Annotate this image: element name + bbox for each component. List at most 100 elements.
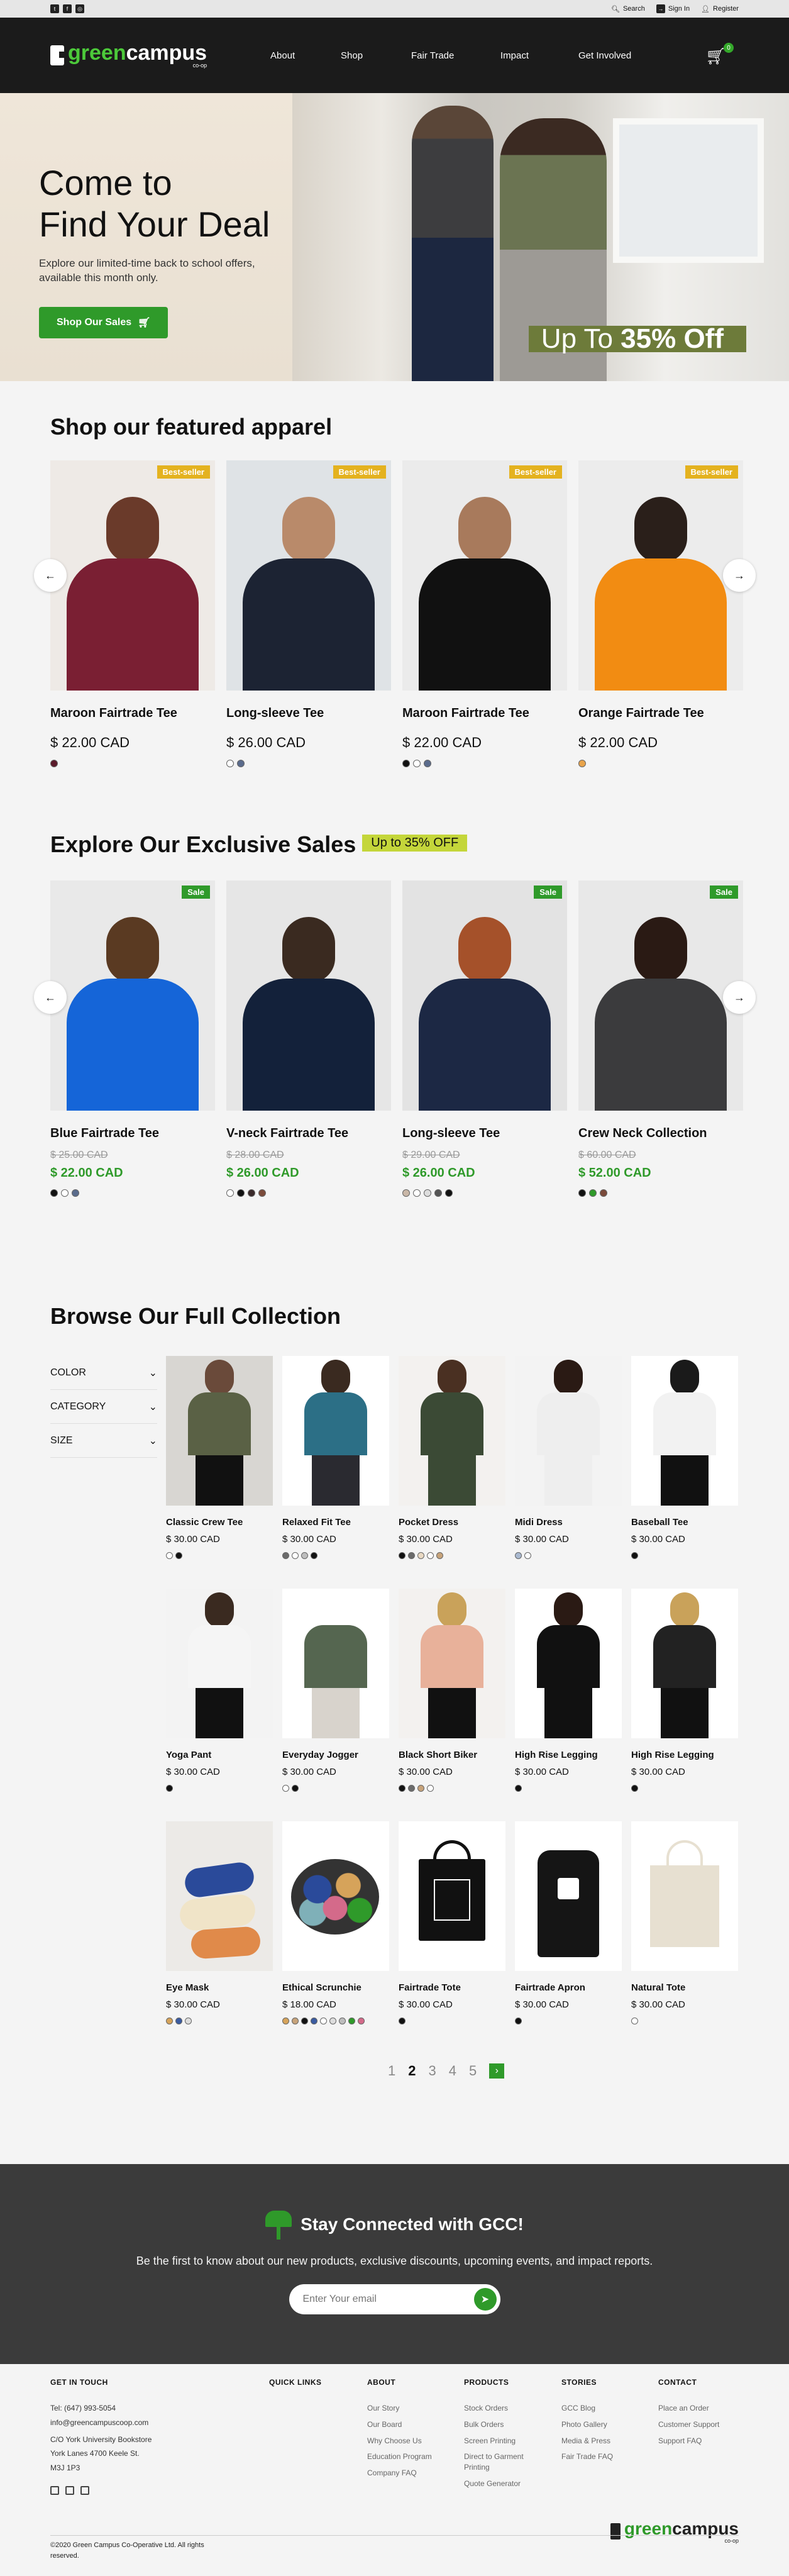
product-card[interactable]: High Rise Legging $ 30.00 CAD <box>631 1589 738 1821</box>
color-swatch[interactable] <box>50 1189 58 1197</box>
footer-link[interactable]: Screen Printing <box>464 2436 533 2446</box>
product-card[interactable]: Fairtrade Tote $ 30.00 CAD <box>399 1821 505 2054</box>
color-swatch[interactable] <box>166 1785 173 1792</box>
footer-link[interactable]: Education Program <box>367 2451 432 2462</box>
color-swatch[interactable] <box>427 1785 434 1792</box>
color-swatch[interactable] <box>301 1552 308 1559</box>
product-card[interactable]: Best-seller Maroon Fairtrade Tee $ 22.00… <box>402 460 567 767</box>
color-swatch[interactable] <box>600 1189 607 1197</box>
color-swatch[interactable] <box>292 1552 299 1559</box>
footer-link[interactable]: Photo Gallery <box>561 2419 613 2430</box>
shop-sales-button[interactable]: Shop Our Sales 🛒︎ <box>39 307 168 339</box>
footer-link[interactable]: Why Choose Us <box>367 2436 432 2446</box>
color-swatch[interactable] <box>631 2018 638 2024</box>
nav-get-involved[interactable]: Get Involved <box>578 50 631 61</box>
footer-email[interactable]: info@greencampuscoop.com <box>50 2418 152 2428</box>
product-card[interactable]: Best-seller Maroon Fairtrade Tee $ 22.00… <box>50 460 215 767</box>
color-swatch[interactable] <box>427 1552 434 1559</box>
color-swatch[interactable] <box>417 1785 424 1792</box>
color-swatch[interactable] <box>348 2018 355 2024</box>
carousel-prev-button[interactable]: ← <box>34 559 67 592</box>
carousel-prev-button[interactable]: ← <box>34 981 67 1014</box>
product-card[interactable]: High Rise Legging $ 30.00 CAD <box>515 1589 622 1821</box>
color-swatch[interactable] <box>166 1552 173 1559</box>
signin-link[interactable]: → Sign In <box>656 4 690 13</box>
product-card[interactable]: Relaxed Fit Tee $ 30.00 CAD <box>282 1356 389 1589</box>
color-swatch[interactable] <box>61 1189 69 1197</box>
color-swatch[interactable] <box>50 760 58 767</box>
color-swatch[interactable] <box>185 2018 192 2024</box>
color-swatch[interactable] <box>399 1785 406 1792</box>
footer-link[interactable]: Quote Generator <box>464 2479 533 2489</box>
twitter-icon[interactable] <box>65 2485 74 2495</box>
product-card[interactable]: Ethical Scrunchie $ 18.00 CAD <box>282 1821 389 2054</box>
footer-phone[interactable]: Tel: (647) 993-5054 <box>50 2403 152 2414</box>
product-card[interactable]: Best-seller Long-sleeve Tee $ 26.00 CAD <box>226 460 391 767</box>
filter-color[interactable]: COLOR ⌄ <box>50 1356 157 1390</box>
footer-link[interactable]: Company FAQ <box>367 2468 432 2479</box>
site-logo[interactable]: greencampus co-op <box>50 42 207 69</box>
footer-link[interactable]: Place an Order <box>658 2403 719 2414</box>
color-swatch[interactable] <box>237 1189 245 1197</box>
footer-link[interactable]: GCC Blog <box>561 2403 613 2414</box>
color-swatch[interactable] <box>282 2018 289 2024</box>
color-swatch[interactable] <box>301 2018 308 2024</box>
color-swatch[interactable] <box>320 2018 327 2024</box>
cart-button[interactable]: 🛒︎ 0 <box>705 43 734 66</box>
color-swatch[interactable] <box>578 760 586 767</box>
product-card[interactable]: Fairtrade Apron $ 30.00 CAD <box>515 1821 622 2054</box>
color-swatch[interactable] <box>399 2018 406 2024</box>
product-card[interactable]: Eye Mask $ 30.00 CAD <box>166 1821 273 2054</box>
color-swatch[interactable] <box>524 1552 531 1559</box>
twitter-icon[interactable]: t <box>50 4 59 13</box>
product-card[interactable]: Yoga Pant $ 30.00 CAD <box>166 1589 273 1821</box>
product-card[interactable]: Natural Tote $ 30.00 CAD <box>631 1821 738 2054</box>
color-swatch[interactable] <box>329 2018 336 2024</box>
color-swatch[interactable] <box>237 760 245 767</box>
footer-link[interactable]: Our Story <box>367 2403 432 2414</box>
color-swatch[interactable] <box>408 1552 415 1559</box>
filter-size[interactable]: SIZE ⌄ <box>50 1424 157 1458</box>
color-swatch[interactable] <box>424 1189 431 1197</box>
footer-link[interactable]: Fair Trade FAQ <box>561 2451 613 2462</box>
color-swatch[interactable] <box>413 760 421 767</box>
carousel-next-button[interactable]: → <box>723 981 756 1014</box>
color-swatch[interactable] <box>248 1189 255 1197</box>
color-swatch[interactable] <box>292 1785 299 1792</box>
color-swatch[interactable] <box>515 1785 522 1792</box>
color-swatch[interactable] <box>402 760 410 767</box>
color-swatch[interactable] <box>282 1785 289 1792</box>
color-swatch[interactable] <box>292 2018 299 2024</box>
color-swatch[interactable] <box>282 1552 289 1559</box>
nav-about[interactable]: About <box>270 50 295 61</box>
nav-impact[interactable]: Impact <box>500 50 529 61</box>
search-link[interactable]: 🔍︎ Search <box>611 5 645 13</box>
color-swatch[interactable] <box>175 2018 182 2024</box>
color-swatch[interactable] <box>434 1189 442 1197</box>
footer-link[interactable]: Bulk Orders <box>464 2419 533 2430</box>
instagram-icon[interactable]: ◎ <box>75 4 84 13</box>
register-link[interactable]: 👤︎ Register <box>701 5 739 13</box>
color-swatch[interactable] <box>72 1189 79 1197</box>
color-swatch[interactable] <box>311 1552 317 1559</box>
footer-link[interactable]: Media & Press <box>561 2436 613 2446</box>
nav-shop[interactable]: Shop <box>341 50 363 61</box>
footer-link[interactable]: Customer Support <box>658 2419 719 2430</box>
product-card[interactable]: Midi Dress $ 30.00 CAD <box>515 1356 622 1589</box>
color-swatch[interactable] <box>631 1785 638 1792</box>
color-swatch[interactable] <box>589 1189 597 1197</box>
footer-link[interactable]: Stock Orders <box>464 2403 533 2414</box>
footer-link[interactable]: Our Board <box>367 2419 432 2430</box>
footer-link[interactable]: Support FAQ <box>658 2436 719 2446</box>
product-card[interactable]: V-neck Fairtrade Tee $ 28.00 CAD $ 26.00… <box>226 880 391 1197</box>
color-swatch[interactable] <box>226 1189 234 1197</box>
product-card[interactable]: Classic Crew Tee $ 30.00 CAD <box>166 1356 273 1589</box>
page-link[interactable]: 1 <box>388 2063 395 2079</box>
color-swatch[interactable] <box>226 760 234 767</box>
product-card[interactable]: Best-seller Orange Fairtrade Tee $ 22.00… <box>578 460 743 767</box>
color-swatch[interactable] <box>445 1189 453 1197</box>
color-swatch[interactable] <box>631 1552 638 1559</box>
product-card[interactable]: Sale Long-sleeve Tee $ 29.00 CAD $ 26.00… <box>402 880 567 1197</box>
color-swatch[interactable] <box>166 2018 173 2024</box>
footer-link[interactable]: Direct to Garment Printing <box>464 2451 533 2473</box>
